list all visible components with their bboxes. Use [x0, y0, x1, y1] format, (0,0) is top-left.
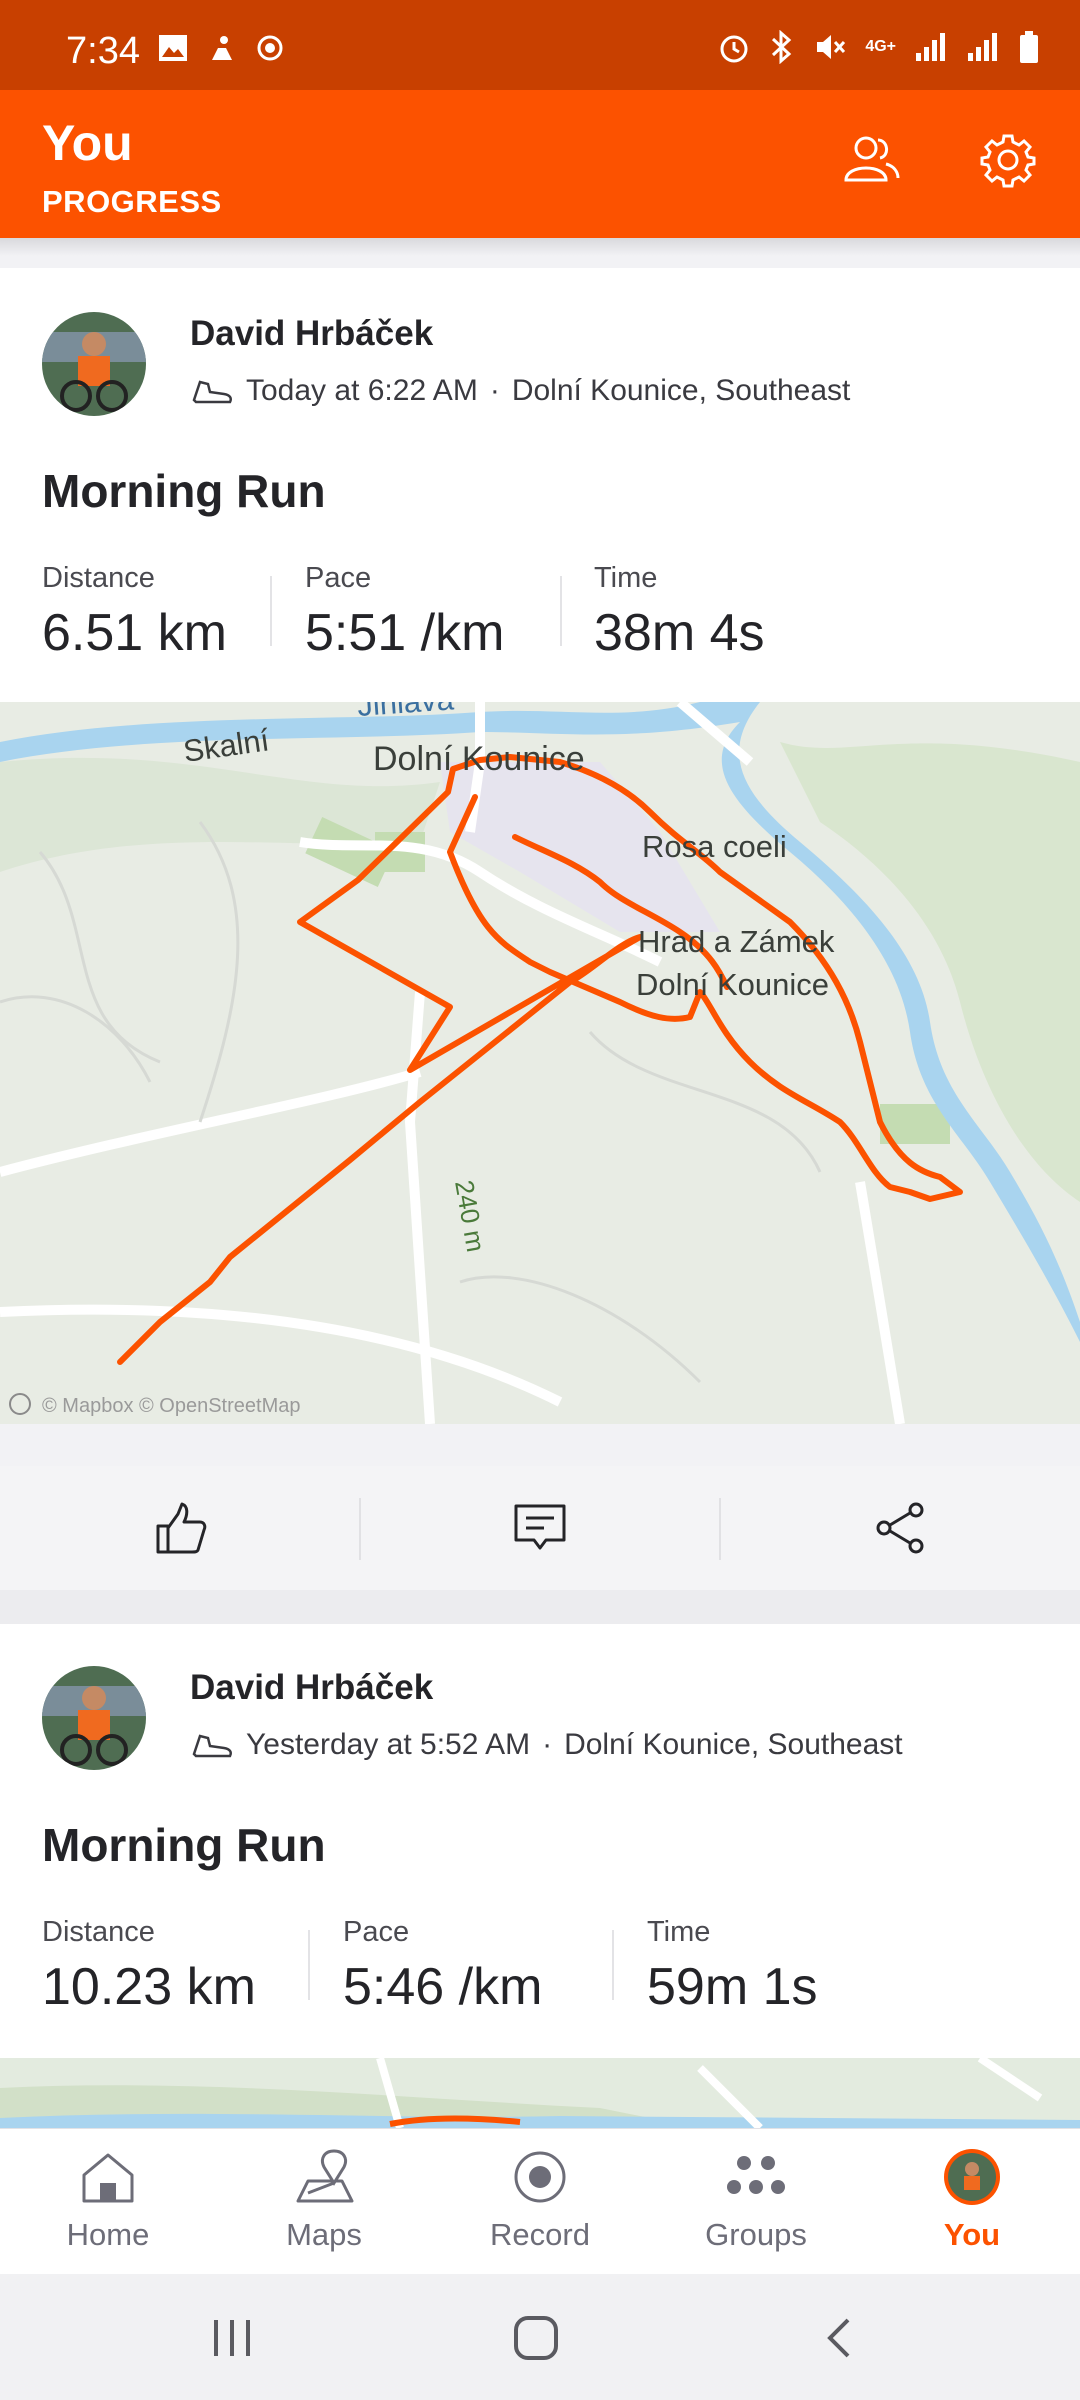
- stat-pace: Pace 5:51 /km: [305, 562, 505, 662]
- recent-apps-icon[interactable]: [210, 2316, 254, 2360]
- comment-icon: [514, 1504, 566, 1550]
- groups-icon: [727, 2156, 785, 2194]
- nav-groups[interactable]: Groups: [648, 2129, 864, 2275]
- athlete-avatar[interactable]: [42, 1666, 146, 1770]
- page-title: You: [42, 115, 133, 171]
- sync-icon: [257, 35, 283, 61]
- signal-icon-2: [968, 33, 997, 61]
- nav-maps[interactable]: Maps: [216, 2129, 432, 2275]
- home-button-icon[interactable]: [512, 2314, 560, 2362]
- back-icon[interactable]: [820, 2314, 860, 2362]
- map-label-castle: Hrad a Zámek: [638, 924, 835, 959]
- stat-time: Time 59m 1s: [647, 1916, 818, 2016]
- share-button[interactable]: [720, 1466, 1080, 1590]
- activity-map[interactable]: [0, 2058, 1080, 2128]
- map-label-town: Dolní Kounice: [373, 740, 585, 778]
- activity-card[interactable]: David Hrbáček Yesterday at 5:52 AM · Dol…: [0, 1624, 1080, 2058]
- status-bar: 7:34 4G+: [0, 0, 1080, 90]
- nav-home[interactable]: Home: [0, 2129, 216, 2275]
- fitness-icon: [212, 36, 232, 60]
- kudos-button[interactable]: [0, 1466, 360, 1590]
- signal-icon: [916, 33, 945, 61]
- settings-gear-icon[interactable]: [980, 132, 1036, 188]
- activity-time: Today at 6:22 AM: [246, 374, 478, 407]
- maps-icon: [296, 2149, 354, 2203]
- activity-map[interactable]: Jihlava Skalní Dolní Kounice Rosa coeli …: [0, 681, 1080, 1425]
- activity-actions: [0, 1466, 1080, 1590]
- nav-you[interactable]: You: [864, 2129, 1080, 2275]
- gallery-icon: [159, 35, 187, 61]
- avatar: [944, 2149, 1000, 2205]
- system-navigation-bar: [0, 2274, 1080, 2400]
- map-attribution: © Mapbox © OpenStreetMap: [42, 1395, 301, 1417]
- athlete-avatar[interactable]: [42, 312, 146, 416]
- stat-time: Time 38m 4s: [594, 562, 765, 662]
- activity-meta: Yesterday at 5:52 AM · Dolní Kounice, So…: [190, 1728, 903, 1762]
- mute-icon: [817, 35, 846, 59]
- record-icon: [514, 2151, 566, 2203]
- activity-meta: Today at 6:22 AM · Dolní Kounice, Southe…: [190, 374, 850, 408]
- alarm-icon: [720, 35, 748, 63]
- home-icon: [82, 2153, 134, 2203]
- status-time: 7:34: [66, 30, 140, 72]
- thumbs-up-icon: [156, 1502, 207, 1554]
- athlete-name[interactable]: David Hrbáček: [190, 314, 433, 354]
- activity-title[interactable]: Morning Run: [42, 1818, 326, 1872]
- map-label-rosa-coeli: Rosa coeli: [642, 829, 787, 864]
- athlete-name[interactable]: David Hrbáček: [190, 1668, 433, 1708]
- shoe-icon: [192, 380, 232, 404]
- shoe-icon: [192, 1734, 232, 1758]
- share-icon: [876, 1502, 924, 1554]
- map-label-castle-town: Dolní Kounice: [636, 967, 829, 1002]
- app-bar: You PROGRESS: [0, 90, 1080, 238]
- bottom-navigation: Home Maps Record Groups You: [0, 2128, 1080, 2275]
- nav-record[interactable]: Record: [432, 2129, 648, 2275]
- activity-location: Dolní Kounice, Southeast: [511, 374, 851, 407]
- find-friends-icon[interactable]: [840, 134, 900, 184]
- bluetooth-icon: [772, 30, 792, 64]
- stat-distance: Distance 10.23 km: [42, 1916, 256, 2016]
- battery-icon: [1020, 31, 1038, 63]
- activity-location: Dolní Kounice, Southeast: [564, 1728, 903, 1761]
- comment-button[interactable]: [360, 1466, 720, 1590]
- stat-distance: Distance 6.51 km: [42, 562, 227, 662]
- activity-title[interactable]: Morning Run: [42, 464, 326, 518]
- network-type: 4G+: [865, 38, 896, 55]
- stat-pace: Pace 5:46 /km: [343, 1916, 543, 2016]
- page-subtitle: PROGRESS: [42, 184, 222, 219]
- activity-card[interactable]: David Hrbáček Today at 6:22 AM · Dolní K…: [0, 268, 1080, 702]
- activity-time: Yesterday at 5:52 AM: [246, 1728, 531, 1761]
